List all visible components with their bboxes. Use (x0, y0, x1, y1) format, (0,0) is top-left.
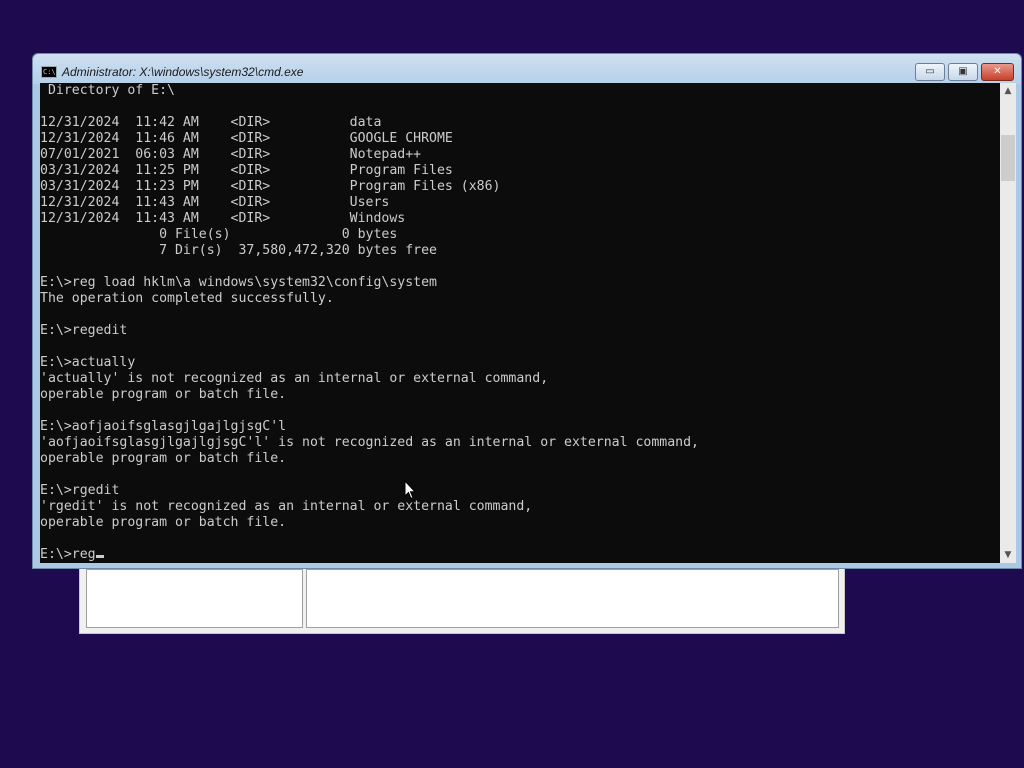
vertical-scrollbar[interactable]: ▲ ▼ (1000, 83, 1016, 563)
console-area[interactable]: Directory of E:\ 12/31/2024 11:42 AM <DI… (40, 83, 1000, 563)
scroll-up-arrow-icon[interactable]: ▲ (1000, 83, 1016, 99)
close-button[interactable]: ✕ (981, 63, 1014, 81)
window-title: Administrator: X:\windows\system32\cmd.e… (62, 65, 304, 79)
scroll-thumb[interactable] (1001, 135, 1015, 181)
cmd-app-icon[interactable]: C:\ (41, 66, 57, 78)
background-window-left-pane[interactable] (86, 569, 303, 628)
maximize-button[interactable]: ▣ (948, 63, 978, 81)
console-history: Directory of E:\ 12/31/2024 11:42 AM <DI… (40, 83, 699, 530)
title-bar[interactable]: C:\ Administrator: X:\windows\system32\c… (33, 54, 1021, 84)
cmd-window: C:\ Administrator: X:\windows\system32\c… (32, 53, 1022, 569)
mouse-pointer-icon (404, 480, 416, 500)
scroll-down-arrow-icon[interactable]: ▼ (1000, 547, 1016, 563)
text-cursor (95, 555, 104, 558)
command-prompt-line[interactable]: E:\>reg (40, 547, 96, 562)
background-window-right-pane[interactable] (306, 569, 839, 628)
minimize-button[interactable]: ▭ (915, 63, 945, 81)
console-output: Directory of E:\ 12/31/2024 11:42 AM <DI… (40, 83, 1000, 563)
